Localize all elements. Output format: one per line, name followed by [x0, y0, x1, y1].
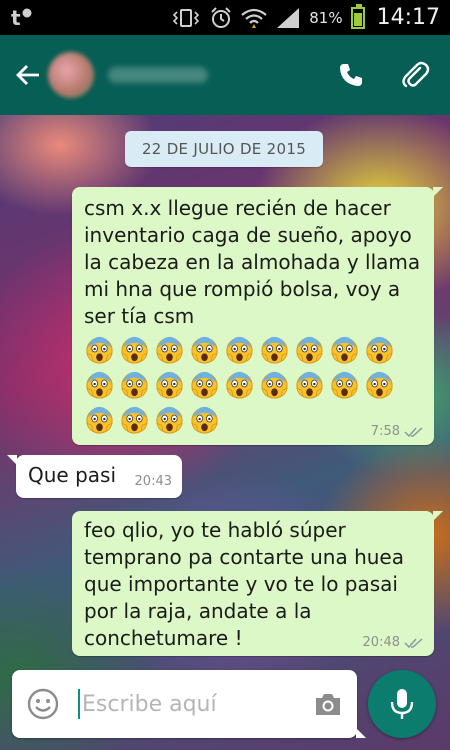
- attach-button[interactable]: [400, 60, 430, 90]
- face-screaming-in-fear-emoji: [119, 334, 150, 365]
- message-input[interactable]: Escribe aquí: [82, 692, 217, 717]
- message-time: 7:58: [370, 424, 400, 439]
- face-screaming-in-fear-emoji: [259, 334, 290, 365]
- face-screaming-in-fear-emoji: [119, 369, 150, 400]
- face-screaming-in-fear-emoji: [294, 369, 325, 400]
- face-screaming-in-fear-emoji: [119, 404, 150, 435]
- status-time: 14:17: [376, 5, 440, 30]
- battery-icon: [350, 3, 365, 29]
- face-screaming-in-fear-emoji: [224, 369, 255, 400]
- message-text: csm x.x llegue recién de hacer inventari…: [84, 196, 427, 328]
- face-screaming-in-fear-emoji: [364, 334, 395, 365]
- message-meta: 20:43: [135, 474, 172, 489]
- camera-icon[interactable]: [313, 691, 343, 717]
- microphone-icon: [390, 689, 414, 719]
- avatar[interactable]: [48, 52, 94, 98]
- face-screaming-in-fear-emoji: [224, 334, 255, 365]
- message-meta: 7:58: [371, 424, 424, 439]
- face-screaming-in-fear-emoji: [364, 369, 395, 400]
- wifi-icon: [241, 8, 267, 28]
- emoji-row: [84, 334, 422, 365]
- face-screaming-in-fear-emoji: [84, 404, 115, 435]
- text-cursor: [78, 689, 80, 719]
- face-screaming-in-fear-emoji: [84, 369, 115, 400]
- message-time: 20:48: [362, 635, 400, 650]
- face-screaming-in-fear-emoji: [154, 369, 185, 400]
- message-meta: 20:48: [363, 635, 424, 650]
- message-bubble-outgoing[interactable]: csm x.x llegue recién de hacer inventari…: [72, 187, 443, 445]
- signal-icon: [277, 7, 300, 28]
- emoji-row: [84, 369, 422, 400]
- svg-text:t: t: [11, 7, 21, 29]
- emoji-block: [84, 334, 422, 435]
- message-input-box[interactable]: Escribe aquí: [12, 670, 366, 738]
- smiley-icon[interactable]: [26, 687, 60, 721]
- face-screaming-in-fear-emoji: [189, 334, 220, 365]
- paperclip-icon: [402, 61, 430, 88]
- face-screaming-in-fear-emoji: [329, 334, 360, 365]
- alarm-icon: [211, 6, 231, 28]
- vibrate-icon: [173, 8, 200, 27]
- voice-record-button[interactable]: [368, 670, 436, 738]
- contact-name[interactable]: [108, 67, 208, 83]
- face-screaming-in-fear-emoji: [329, 369, 360, 400]
- face-screaming-in-fear-emoji: [189, 369, 220, 400]
- face-screaming-in-fear-emoji: [189, 404, 220, 435]
- back-arrow-icon: [16, 65, 39, 85]
- message-time: 20:43: [134, 474, 172, 489]
- message-bubble-incoming[interactable]: Que pasi 20:43: [7, 455, 182, 498]
- back-button[interactable]: [14, 61, 42, 89]
- face-screaming-in-fear-emoji: [259, 369, 290, 400]
- face-screaming-in-fear-emoji: [84, 334, 115, 365]
- app-bar: [0, 35, 450, 115]
- date-chip: 22 DE JULIO DE 2015: [125, 131, 323, 167]
- face-screaming-in-fear-emoji: [294, 334, 325, 365]
- message-text: feo qlio, yo te habló súper temprano pa …: [84, 518, 411, 650]
- face-screaming-in-fear-emoji: [154, 404, 185, 435]
- battery-percent: 81%: [309, 8, 343, 27]
- double-check-icon: [404, 426, 423, 437]
- double-check-icon: [404, 637, 423, 648]
- phone-icon: [340, 64, 362, 86]
- chat-area[interactable]: 22 DE JULIO DE 2015 csm x.x llegue recié…: [0, 115, 450, 750]
- notification-t-icon: t: [11, 7, 32, 29]
- call-button[interactable]: [336, 60, 366, 90]
- face-screaming-in-fear-emoji: [154, 334, 185, 365]
- message-bubble-outgoing[interactable]: feo qlio, yo te habló súper temprano pa …: [72, 511, 443, 656]
- status-bar: t 81% 14:17: [0, 0, 450, 35]
